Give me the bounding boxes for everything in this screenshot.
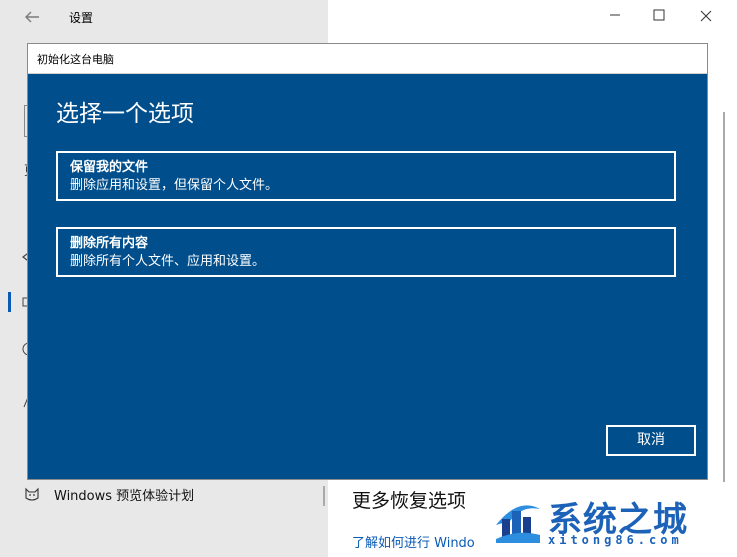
- watermark-url: xitong86.com: [548, 533, 683, 547]
- maximize-button[interactable]: [645, 6, 673, 28]
- option-title: 删除所有内容: [70, 236, 149, 251]
- minimize-icon: [610, 14, 620, 16]
- more-recovery-heading: 更多恢复选项: [352, 490, 467, 512]
- scrollbar[interactable]: [323, 486, 325, 506]
- sidebar-selected-indicator: [8, 292, 11, 312]
- option-description: 删除应用和设置，但保留个人文件。: [70, 178, 279, 193]
- close-icon: [700, 10, 712, 22]
- option-title: 保留我的文件: [70, 160, 149, 175]
- option-description: 删除所有个人文件、应用和设置。: [70, 254, 266, 269]
- sidebar-item-label: Windows 预览体验计划: [54, 488, 195, 504]
- content-scrollbar[interactable]: [723, 112, 725, 482]
- watermark: 系统之城 xitong86.com: [478, 487, 737, 557]
- cancel-button[interactable]: 取消: [606, 425, 696, 456]
- keep-my-files-option[interactable]: 保留我的文件 删除应用和设置，但保留个人文件。: [56, 151, 676, 201]
- maximize-icon: [653, 9, 665, 21]
- cat-icon: [24, 486, 40, 502]
- minimize-button[interactable]: [601, 6, 629, 28]
- sidebar-item-insider[interactable]: Windows 预览体验计划: [24, 484, 194, 504]
- dialog-title: 初始化这台电脑: [37, 53, 114, 66]
- dialog-titlebar: 初始化这台电脑: [28, 44, 707, 74]
- learn-more-link[interactable]: 了解如何进行 Windo: [352, 532, 475, 551]
- back-button[interactable]: [22, 7, 44, 27]
- city-logo-icon: [496, 505, 540, 543]
- reset-pc-dialog: 初始化这台电脑 选择一个选项 保留我的文件 删除应用和设置，但保留个人文件。 删…: [27, 43, 708, 480]
- settings-titlebar: 设置: [0, 0, 737, 34]
- remove-everything-option[interactable]: 删除所有内容 删除所有个人文件、应用和设置。: [56, 227, 676, 277]
- arrow-left-icon: [25, 11, 39, 23]
- settings-title: 设置: [69, 11, 94, 25]
- dialog-heading: 选择一个选项: [56, 101, 194, 127]
- close-button[interactable]: [692, 6, 720, 28]
